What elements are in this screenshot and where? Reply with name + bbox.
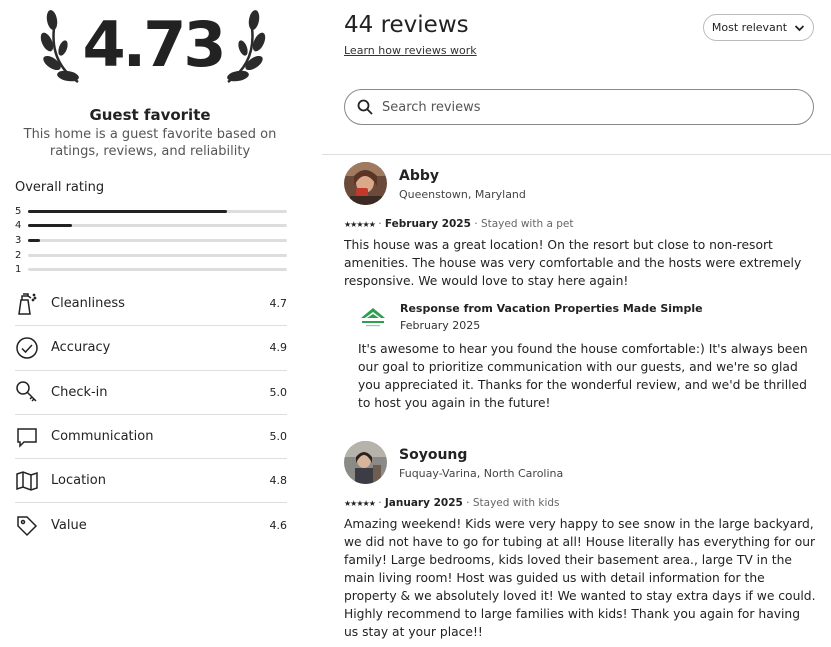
search-icon: [357, 99, 373, 115]
category-label: Cleanliness: [51, 296, 125, 312]
rating-summary-panel: 4.73 Guest favorite This home is a guest…: [0, 0, 322, 647]
category-score: 4.6: [269, 519, 288, 533]
category-score: 4.7: [269, 297, 288, 311]
reviewer-location: Queenstown, Maryland: [399, 188, 526, 201]
host-logo-icon: [358, 304, 388, 330]
map-icon: [15, 469, 51, 493]
review-date: February 2025: [384, 218, 471, 230]
key-icon: [15, 380, 51, 404]
category-score: 5.0: [269, 385, 288, 399]
review-text: Amazing weekend! Kids were very happy to…: [344, 517, 816, 639]
overall-rating-title: Overall rating: [15, 180, 105, 195]
review-item: Abby Queenstown, Maryland ★★★★★ · Februa…: [344, 162, 816, 432]
rating-distribution: 5 4 3 2 1: [15, 204, 287, 277]
review-date: January 2025: [384, 497, 463, 509]
category-row-location: Location 4.8: [15, 459, 288, 504]
rating-bar-row: 3: [15, 233, 287, 248]
rating-bar-track: [28, 268, 287, 272]
sort-dropdown-label: Most relevant: [711, 21, 788, 34]
reviews-panel: 44 reviews Learn how reviews work Most r…: [322, 0, 831, 647]
spray-bottle-icon: [15, 292, 51, 316]
rating-bar-row: 4: [15, 219, 287, 234]
rating-hero: 4.73: [38, 8, 268, 98]
category-row-accuracy: Accuracy 4.9: [15, 326, 288, 371]
category-label: Location: [51, 473, 106, 489]
laurel-right-icon: [227, 10, 266, 84]
rating-bar-track: [28, 224, 287, 228]
star-rating-icon: ★★★★★: [344, 220, 376, 229]
rating-bar-fill: [28, 238, 40, 242]
guest-favorite-description: This home is a guest favorite based on r…: [23, 127, 277, 159]
rating-bar-label: 1: [15, 264, 22, 276]
reviewer-avatar[interactable]: [344, 441, 387, 484]
category-label: Value: [51, 518, 87, 534]
rating-bar-fill: [28, 209, 228, 213]
check-circle-icon: [15, 336, 51, 360]
response-title: Response from Vacation Properties Made S…: [400, 302, 703, 315]
rating-bar-label: 5: [15, 205, 22, 217]
category-label: Accuracy: [51, 340, 111, 356]
sort-dropdown-button[interactable]: Most relevant: [703, 14, 814, 41]
rating-bar-track: [28, 253, 287, 257]
rating-bar-track: [28, 238, 287, 242]
tag-icon: [15, 514, 51, 538]
search-reviews-box[interactable]: [344, 89, 814, 125]
response-text: It's awesome to hear you found the house…: [358, 342, 808, 410]
search-reviews-input[interactable]: [382, 99, 802, 115]
review-meta: ★★★★★ · January 2025 · Stayed with kids: [344, 497, 560, 509]
rating-bar-row: 1: [15, 262, 287, 277]
chat-bubble-icon: [15, 425, 51, 449]
rating-bar-track: [28, 209, 287, 213]
chevron-down-icon: [794, 24, 805, 31]
rating-bar-row: 5: [15, 204, 287, 219]
category-label: Communication: [51, 429, 154, 445]
rating-bar-label: 3: [15, 234, 22, 246]
review-meta: ★★★★★ · February 2025 · Stayed with a pe…: [344, 218, 574, 230]
category-row-cleanliness: Cleanliness 4.7: [15, 282, 288, 327]
section-divider: [322, 154, 831, 155]
reviewer-name: Soyoung: [399, 447, 468, 463]
category-score: 4.8: [269, 474, 288, 488]
category-score: 5.0: [269, 430, 288, 444]
reviews-count-title: 44 reviews: [344, 12, 469, 38]
rating-bar-label: 2: [15, 249, 22, 261]
category-score: 4.9: [269, 341, 288, 355]
category-ratings: Cleanliness 4.7 Accuracy 4.9 Check-in 5.…: [15, 282, 287, 548]
category-row-communication: Communication 5.0: [15, 415, 288, 460]
review-text: This house was a great location! On the …: [344, 238, 802, 288]
stay-note: Stayed with kids: [472, 497, 560, 509]
stay-note: Stayed with a pet: [480, 218, 574, 230]
category-label: Check-in: [51, 384, 108, 400]
rating-bar-fill: [28, 224, 73, 228]
category-row-value: Value 4.6: [15, 503, 287, 547]
review-item: Soyoung Fuquay-Varina, North Carolina ★★…: [344, 441, 816, 646]
rating-bar-row: 2: [15, 248, 287, 263]
response-date: February 2025: [400, 319, 481, 332]
learn-how-reviews-work-link[interactable]: Learn how reviews work: [344, 44, 477, 57]
guest-favorite-title: Guest favorite: [89, 106, 211, 124]
host-response: Response from Vacation Properties Made S…: [358, 302, 818, 422]
star-rating-icon: ★★★★★: [344, 499, 376, 508]
reviewer-location: Fuquay-Varina, North Carolina: [399, 467, 564, 480]
category-row-check-in: Check-in 5.0: [15, 371, 287, 415]
rating-bar-label: 4: [15, 220, 22, 232]
reviewer-name: Abby: [399, 168, 440, 184]
reviewer-avatar[interactable]: [344, 162, 387, 205]
